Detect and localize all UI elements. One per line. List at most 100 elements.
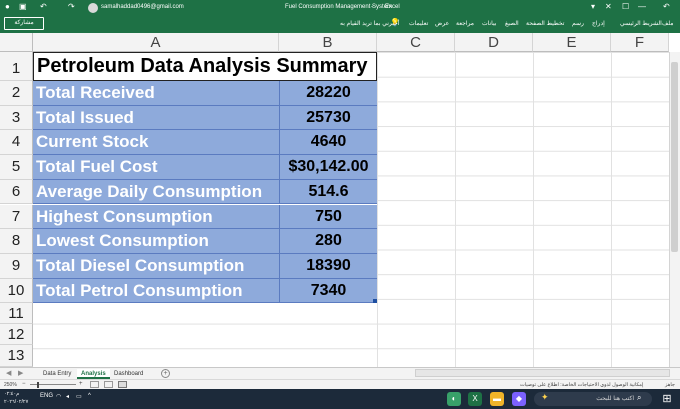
windows-start-icon[interactable]: ⊞	[660, 392, 674, 406]
label-cell[interactable]: Total Issued	[33, 105, 279, 131]
row-header-3[interactable]: 3	[0, 105, 33, 131]
language-indicator[interactable]: ENG	[40, 393, 53, 399]
label-cell[interactable]: Lowest Consumption	[33, 229, 279, 254]
column-header-e[interactable]: E	[533, 33, 611, 52]
value-cell[interactable]: 750	[279, 204, 377, 230]
account-avatar[interactable]	[88, 3, 98, 13]
copilot-icon[interactable]: ◆	[512, 392, 526, 406]
autosave-toggle-icon[interactable]: ●	[5, 2, 10, 12]
file-explorer-icon[interactable]: ▬	[490, 392, 504, 406]
value-cell[interactable]: 514.6	[279, 179, 377, 205]
tab-file[interactable]: ملف	[662, 20, 673, 27]
search-placeholder: اكتب هنا للبحث	[596, 396, 634, 402]
label-cell[interactable]: Total Petrol Consumption	[33, 278, 279, 304]
ribbon-display-options-icon[interactable]: ▾	[591, 2, 595, 12]
wifi-icon[interactable]: ◠	[56, 393, 61, 400]
value-cell[interactable]: 4640	[279, 130, 377, 156]
row-header-13[interactable]: 13	[0, 345, 33, 367]
value-cell[interactable]: $30,142.00	[279, 155, 377, 180]
page-layout-view-icon[interactable]	[104, 381, 113, 388]
row-header-4[interactable]: 4	[0, 130, 33, 156]
select-all-corner[interactable]	[0, 33, 33, 52]
sheet-tab-data-entry[interactable]: Data Entry	[39, 369, 75, 379]
edge-icon[interactable]: ◐	[447, 392, 461, 406]
prev-sheet-icon[interactable]: ◀	[6, 369, 11, 377]
zoom-in-icon[interactable]: +	[79, 381, 83, 387]
row-header-6[interactable]: 6	[0, 179, 33, 205]
save-icon[interactable]: ▣	[19, 2, 27, 12]
label-cell[interactable]: Total Fuel Cost	[33, 155, 279, 180]
row-header-9[interactable]: 9	[0, 253, 33, 279]
undo-icon[interactable]: ↶	[40, 2, 47, 12]
redo-icon[interactable]: ↷	[68, 2, 75, 12]
sheet-tab-dashboard[interactable]: Dashboard	[110, 369, 147, 379]
share-button[interactable]: مشاركة	[4, 17, 44, 30]
tab-help[interactable]: تعليمات	[409, 20, 428, 27]
row-header-2[interactable]: 2	[0, 81, 33, 106]
column-header-f[interactable]: F	[611, 33, 669, 52]
tab-draw[interactable]: رسم	[572, 20, 584, 27]
row-header-1[interactable]: 1	[0, 52, 33, 81]
excel-taskbar-icon[interactable]: X	[468, 392, 482, 406]
share-label: مشاركة	[14, 20, 34, 26]
value-cell[interactable]: 280	[279, 229, 377, 254]
horizontal-scrollbar[interactable]	[415, 369, 670, 377]
fill-handle[interactable]	[373, 299, 377, 303]
label-cell[interactable]: Current Stock	[33, 130, 279, 156]
label-cell[interactable]: Total Received	[33, 81, 279, 106]
label-cell[interactable]: Highest Consumption	[33, 204, 279, 230]
zoom-out-icon[interactable]: −	[22, 381, 26, 387]
clock-date[interactable]: ٢٠٢٦/٠٢/٢٧	[4, 399, 28, 405]
search-icon: ⌕	[637, 393, 642, 402]
tab-review[interactable]: مراجعة	[456, 20, 474, 27]
row-header-8[interactable]: 8	[0, 229, 33, 254]
tab-insert[interactable]: إدراج	[592, 20, 605, 27]
row-header-12[interactable]: 12	[0, 324, 33, 346]
maximize-icon[interactable]: ☐	[622, 2, 629, 12]
accessibility-status[interactable]: إمكانية الوصول لذوي الاحتياجات الخاصة: ا…	[520, 382, 643, 388]
label-cell[interactable]: Total Diesel Consumption	[33, 253, 279, 279]
tell-me-search[interactable]: أخبرني بما تريد القيام به	[340, 20, 399, 27]
sheet-tab-analysis[interactable]: Analysis	[77, 369, 110, 379]
show-hidden-icons-icon[interactable]: ^	[88, 393, 91, 399]
tab-formulas[interactable]: الصيغ	[505, 20, 519, 27]
label-cell[interactable]: Average Daily Consumption	[33, 179, 279, 205]
customize-toolbar-icon[interactable]: ↶	[663, 2, 670, 12]
volume-icon[interactable]: ◂	[66, 393, 69, 400]
gridline	[455, 52, 456, 367]
clock-time[interactable]: م٠٢:٤٠	[4, 391, 19, 397]
taskbar-search[interactable]: اكتب هنا للبحث	[534, 392, 652, 406]
ribbon-tabs: مشاركة ملف الشريط الرئيسي إدراج رسم تخطي…	[0, 15, 680, 33]
column-header-d[interactable]: D	[455, 33, 533, 52]
summary-title-cell[interactable]: Petroleum Data Analysis Summary	[33, 52, 377, 81]
row-header-5[interactable]: 5	[0, 155, 33, 180]
next-sheet-icon[interactable]: ▶	[18, 369, 23, 377]
tab-data[interactable]: بيانات	[482, 20, 496, 27]
gridline	[533, 52, 534, 367]
normal-view-icon[interactable]	[118, 381, 127, 388]
column-header-a[interactable]: A	[33, 33, 279, 52]
vertical-scroll-thumb[interactable]	[671, 62, 678, 252]
value-cell[interactable]: 25730	[279, 105, 377, 131]
tab-view[interactable]: عرض	[435, 20, 449, 27]
add-sheet-button[interactable]: +	[161, 369, 170, 378]
title-separator: -	[371, 4, 373, 10]
zoom-slider-thumb[interactable]	[37, 382, 39, 388]
tab-home[interactable]: الشريط الرئيسي	[620, 20, 662, 27]
row-header-10[interactable]: 10	[0, 278, 33, 304]
sparkle-icon: ✦	[541, 392, 549, 402]
title-bar: ● ▣ ↶ ↷ samalhaddad0496@gmail.com Fuel C…	[0, 0, 680, 15]
value-cell[interactable]: 7340	[279, 278, 377, 304]
row-header-11[interactable]: 11	[0, 303, 33, 325]
column-header-b[interactable]: B	[279, 33, 377, 52]
minimize-icon[interactable]: —	[638, 2, 646, 12]
battery-icon[interactable]: ▭	[76, 393, 82, 400]
row-header-7[interactable]: 7	[0, 204, 33, 230]
zoom-level[interactable]: 250%	[4, 382, 17, 388]
value-cell[interactable]: 28220	[279, 81, 377, 106]
close-icon[interactable]: ✕	[605, 2, 612, 12]
column-header-c[interactable]: C	[377, 33, 455, 52]
page-break-view-icon[interactable]	[90, 381, 99, 388]
value-cell[interactable]: 18390	[279, 253, 377, 279]
tab-page-layout[interactable]: تخطيط الصفحة	[526, 20, 564, 27]
